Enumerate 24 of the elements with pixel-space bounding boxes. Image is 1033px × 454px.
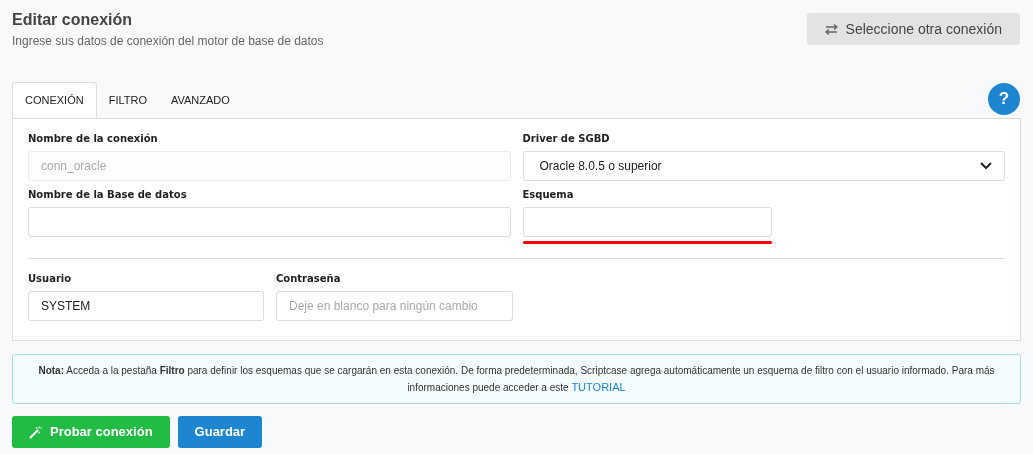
field-label: Nombre de la conexión (28, 132, 159, 146)
tutorial-link[interactable]: TUTORIAL (571, 381, 626, 393)
field-label: Esquema (522, 188, 575, 202)
field-label: Nombre de la Base de datos (28, 188, 188, 202)
magic-wand-icon (29, 425, 42, 439)
field-label: Usuario (28, 272, 73, 286)
text-field[interactable]: SYSTEM (28, 291, 264, 321)
tab[interactable]: CONEXIÓN (12, 82, 97, 118)
swap-arrows-icon (824, 23, 838, 35)
help-button[interactable]: ? (988, 83, 1020, 115)
switch-connection-button[interactable]: Seleccione otra conexión (806, 13, 1020, 45)
page-title: Editar conexión (12, 10, 134, 30)
chevron-down-icon (980, 162, 992, 170)
note-text: Nota: Acceda a la pestaña Filtro para definir los esquemas que se cargarán en esta conexión. De forma predeterminada, Scriptcase agrega automáticamente un esquema de filtro con el usuario informado. Para más informaciones puede acceder a este TUTORIAL (37, 364, 996, 395)
text-field[interactable]: Deje en blanco para ningún cambio (276, 291, 513, 321)
text-field[interactable] (28, 207, 511, 237)
field-label: Driver de SGBD (522, 132, 611, 146)
driver-select[interactable]: Oracle 8.0.5 o superior (522, 151, 1005, 181)
text-field[interactable] (522, 207, 772, 237)
tab[interactable]: AVANZADO (159, 82, 242, 118)
field-label: Contraseña (276, 272, 342, 286)
tab[interactable]: FILTRO (96, 82, 159, 118)
page-subtitle: Ingrese sus datos de conexión del motor de base de datos (12, 33, 324, 50)
save-button[interactable]: Guardar (177, 416, 263, 448)
